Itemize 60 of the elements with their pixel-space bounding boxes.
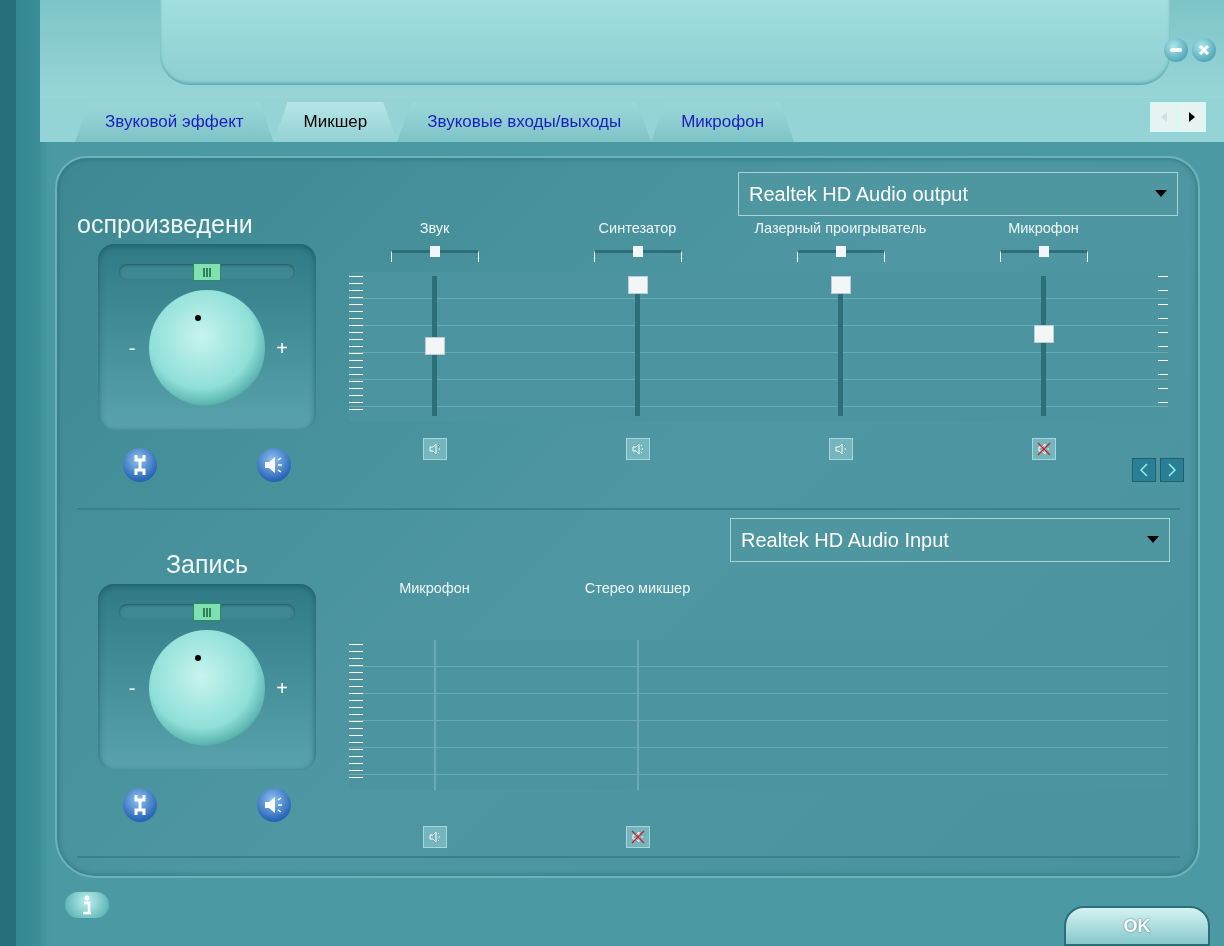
muted-speaker-icon — [630, 830, 645, 844]
balance-slider[interactable] — [119, 604, 295, 620]
slider-thumb[interactable] — [627, 276, 648, 294]
device-dropdown[interactable]: Realtek HD Audio Input — [730, 518, 1170, 562]
wrench-icon[interactable] — [123, 448, 157, 482]
minus-label: - — [127, 676, 137, 700]
mute-button[interactable] — [625, 826, 650, 848]
muted-speaker-icon — [1036, 442, 1051, 456]
left-triangle-icon — [1161, 112, 1167, 122]
plus-label: + — [275, 336, 289, 360]
minimize-button[interactable] — [1164, 38, 1188, 62]
next-tab-button[interactable] — [1178, 102, 1206, 132]
channel-label: Микрофон — [399, 580, 470, 598]
next-button[interactable] — [1160, 458, 1184, 482]
tab[interactable]: Звуковые входы/выходы — [397, 102, 652, 142]
close-icon — [1198, 44, 1210, 56]
mute-button[interactable] — [422, 826, 447, 848]
channel-label: Стерео микшер — [584, 580, 691, 598]
chevron-left-icon — [1140, 463, 1148, 477]
wrench-icon[interactable] — [123, 788, 157, 822]
balance-slider[interactable] — [119, 264, 295, 280]
section-title: Запись — [166, 550, 248, 580]
info-icon — [82, 895, 92, 915]
mute-button[interactable] — [422, 438, 447, 460]
slider-thumb[interactable] — [830, 276, 851, 294]
dropdown-arrow-icon — [1155, 190, 1167, 198]
device-dropdown[interactable]: Realtek HD Audio output — [738, 172, 1178, 216]
slider-thumb[interactable] — [1033, 324, 1054, 343]
slider-thumb[interactable] — [632, 246, 643, 257]
previous-button[interactable] — [1132, 458, 1156, 482]
slider-thumb[interactable] — [429, 246, 440, 257]
speaker-icon — [630, 442, 645, 456]
channel-label: Лазерный проигрыватель — [754, 220, 927, 238]
tab[interactable]: Звуковой эффект — [75, 102, 274, 142]
slider-thumb[interactable] — [424, 337, 445, 355]
section-title: оспроизведени — [77, 210, 253, 240]
dropdown-arrow-icon — [1147, 536, 1159, 544]
slider-thumb[interactable] — [835, 246, 846, 257]
close-button[interactable] — [1192, 38, 1216, 62]
right-triangle-icon — [1189, 112, 1195, 122]
speaker-icon — [833, 442, 848, 456]
slider-thumb[interactable] — [193, 263, 221, 281]
minus-label: - — [127, 336, 137, 360]
minimize-icon — [1170, 48, 1182, 52]
info-button[interactable] — [65, 892, 109, 918]
slider-thumb[interactable] — [193, 603, 221, 621]
slider-thumb[interactable] — [1038, 246, 1049, 257]
speaker-icon — [427, 830, 442, 844]
mute-button[interactable] — [1031, 438, 1056, 460]
speaker-icon[interactable] — [257, 448, 291, 482]
channel-label: Микрофон — [1008, 220, 1079, 238]
speaker-icon[interactable] — [257, 788, 291, 822]
speaker-icon — [427, 442, 442, 456]
chevron-right-icon — [1168, 463, 1176, 477]
plus-label: + — [275, 676, 289, 700]
tab[interactable]: Микрофон — [651, 102, 795, 142]
channel-label: Звук — [419, 220, 450, 238]
mute-button[interactable] — [828, 438, 853, 460]
channel-label: Синтезатор — [598, 220, 677, 238]
mute-button[interactable] — [625, 438, 650, 460]
